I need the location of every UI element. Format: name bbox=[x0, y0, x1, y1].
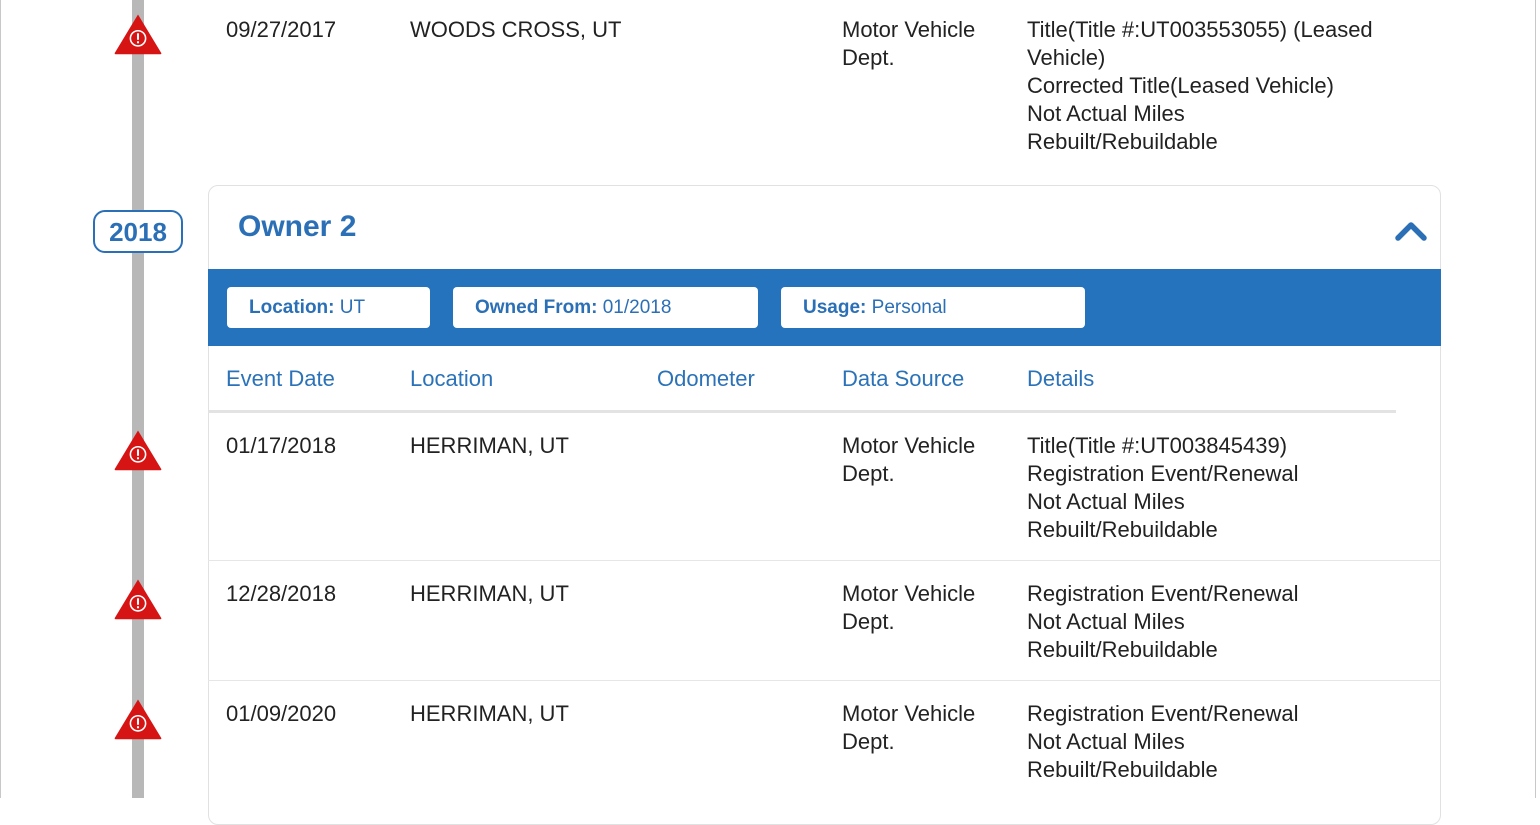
column-header-event-date[interactable]: Event Date bbox=[226, 366, 335, 392]
detail-line: Registration Event/Renewal bbox=[1027, 581, 1299, 606]
event-source: Motor Vehicle Dept. bbox=[842, 16, 975, 72]
event-date: 01/09/2020 bbox=[226, 701, 337, 726]
alert-triangle-icon bbox=[114, 430, 162, 471]
detail-line: Rebuilt/Rebuildable bbox=[1027, 757, 1218, 782]
source-line: Motor Vehicle bbox=[842, 701, 976, 726]
pill-value: Personal bbox=[871, 297, 947, 318]
event-details: Registration Event/Renewal Not Actual Mi… bbox=[1027, 700, 1298, 784]
detail-line: Title(Title #:UT003553055) (Leased bbox=[1027, 17, 1373, 42]
detail-line: Registration Event/Renewal bbox=[1027, 701, 1299, 726]
event-details: Registration Event/Renewal Not Actual Mi… bbox=[1027, 580, 1298, 664]
pill-value: UT bbox=[339, 297, 366, 318]
row-divider bbox=[208, 680, 1441, 681]
right-border bbox=[1535, 0, 1536, 798]
detail-line: Title(Title #:UT003845439) bbox=[1027, 433, 1288, 458]
source-line: Dept. bbox=[842, 45, 895, 70]
event-details: Title(Title #:UT003845439) Registration … bbox=[1027, 432, 1298, 544]
year-badge: 2018 bbox=[93, 210, 183, 253]
location-pill: Location: UT bbox=[227, 287, 430, 328]
event-date: 09/27/2017 bbox=[226, 17, 337, 42]
event-details: Title(Title #:UT003553055) (Leased Vehic… bbox=[1027, 16, 1373, 156]
chevron-up-icon[interactable] bbox=[1394, 218, 1428, 242]
event-location: HERRIMAN, UT bbox=[410, 701, 569, 726]
usage-pill: Usage: Personal bbox=[781, 287, 1085, 328]
timeline-line bbox=[132, 0, 144, 798]
event-date: 12/28/2018 bbox=[226, 581, 337, 606]
detail-line: Not Actual Miles bbox=[1027, 609, 1185, 634]
pill-label: Usage: bbox=[803, 297, 867, 318]
pill-value: 01/2018 bbox=[602, 297, 672, 318]
detail-line: Not Actual Miles bbox=[1027, 729, 1185, 754]
detail-line: Rebuilt/Rebuildable bbox=[1027, 517, 1218, 542]
alert-triangle-icon bbox=[114, 14, 162, 55]
detail-line: Rebuilt/Rebuildable bbox=[1027, 637, 1218, 662]
column-header-details[interactable]: Details bbox=[1027, 366, 1094, 392]
source-line: Dept. bbox=[842, 609, 895, 634]
column-header-location[interactable]: Location bbox=[410, 366, 493, 392]
event-location: WOODS CROSS, UT bbox=[410, 17, 622, 42]
pill-label: Location: bbox=[249, 297, 335, 318]
detail-line: Not Actual Miles bbox=[1027, 489, 1185, 514]
detail-line: Vehicle) bbox=[1027, 45, 1106, 70]
owned-from-pill: Owned From: 01/2018 bbox=[453, 287, 758, 328]
detail-line: Rebuilt/Rebuildable bbox=[1027, 129, 1218, 154]
detail-line: Registration Event/Renewal bbox=[1027, 461, 1299, 486]
header-divider bbox=[208, 410, 1396, 413]
detail-line: Not Actual Miles bbox=[1027, 101, 1185, 126]
event-date: 01/17/2018 bbox=[226, 433, 337, 458]
source-line: Dept. bbox=[842, 729, 895, 754]
column-header-odometer[interactable]: Odometer bbox=[657, 366, 755, 392]
owner-title[interactable]: Owner 2 bbox=[238, 210, 356, 244]
left-border bbox=[0, 0, 1, 798]
source-line: Dept. bbox=[842, 461, 895, 486]
row-divider bbox=[208, 560, 1441, 561]
alert-triangle-icon bbox=[114, 579, 162, 620]
event-location: HERRIMAN, UT bbox=[410, 433, 569, 458]
column-header-data-source[interactable]: Data Source bbox=[842, 366, 964, 392]
event-source: Motor Vehicle Dept. bbox=[842, 700, 975, 756]
pill-label: Owned From: bbox=[475, 297, 598, 318]
event-source: Motor Vehicle Dept. bbox=[842, 580, 975, 636]
event-location: HERRIMAN, UT bbox=[410, 581, 569, 606]
detail-line: Corrected Title(Leased Vehicle) bbox=[1027, 73, 1334, 98]
source-line: Motor Vehicle bbox=[842, 433, 976, 458]
source-line: Motor Vehicle bbox=[842, 581, 976, 606]
source-line: Motor Vehicle bbox=[842, 17, 976, 42]
alert-triangle-icon bbox=[114, 699, 162, 740]
event-source: Motor Vehicle Dept. bbox=[842, 432, 975, 488]
